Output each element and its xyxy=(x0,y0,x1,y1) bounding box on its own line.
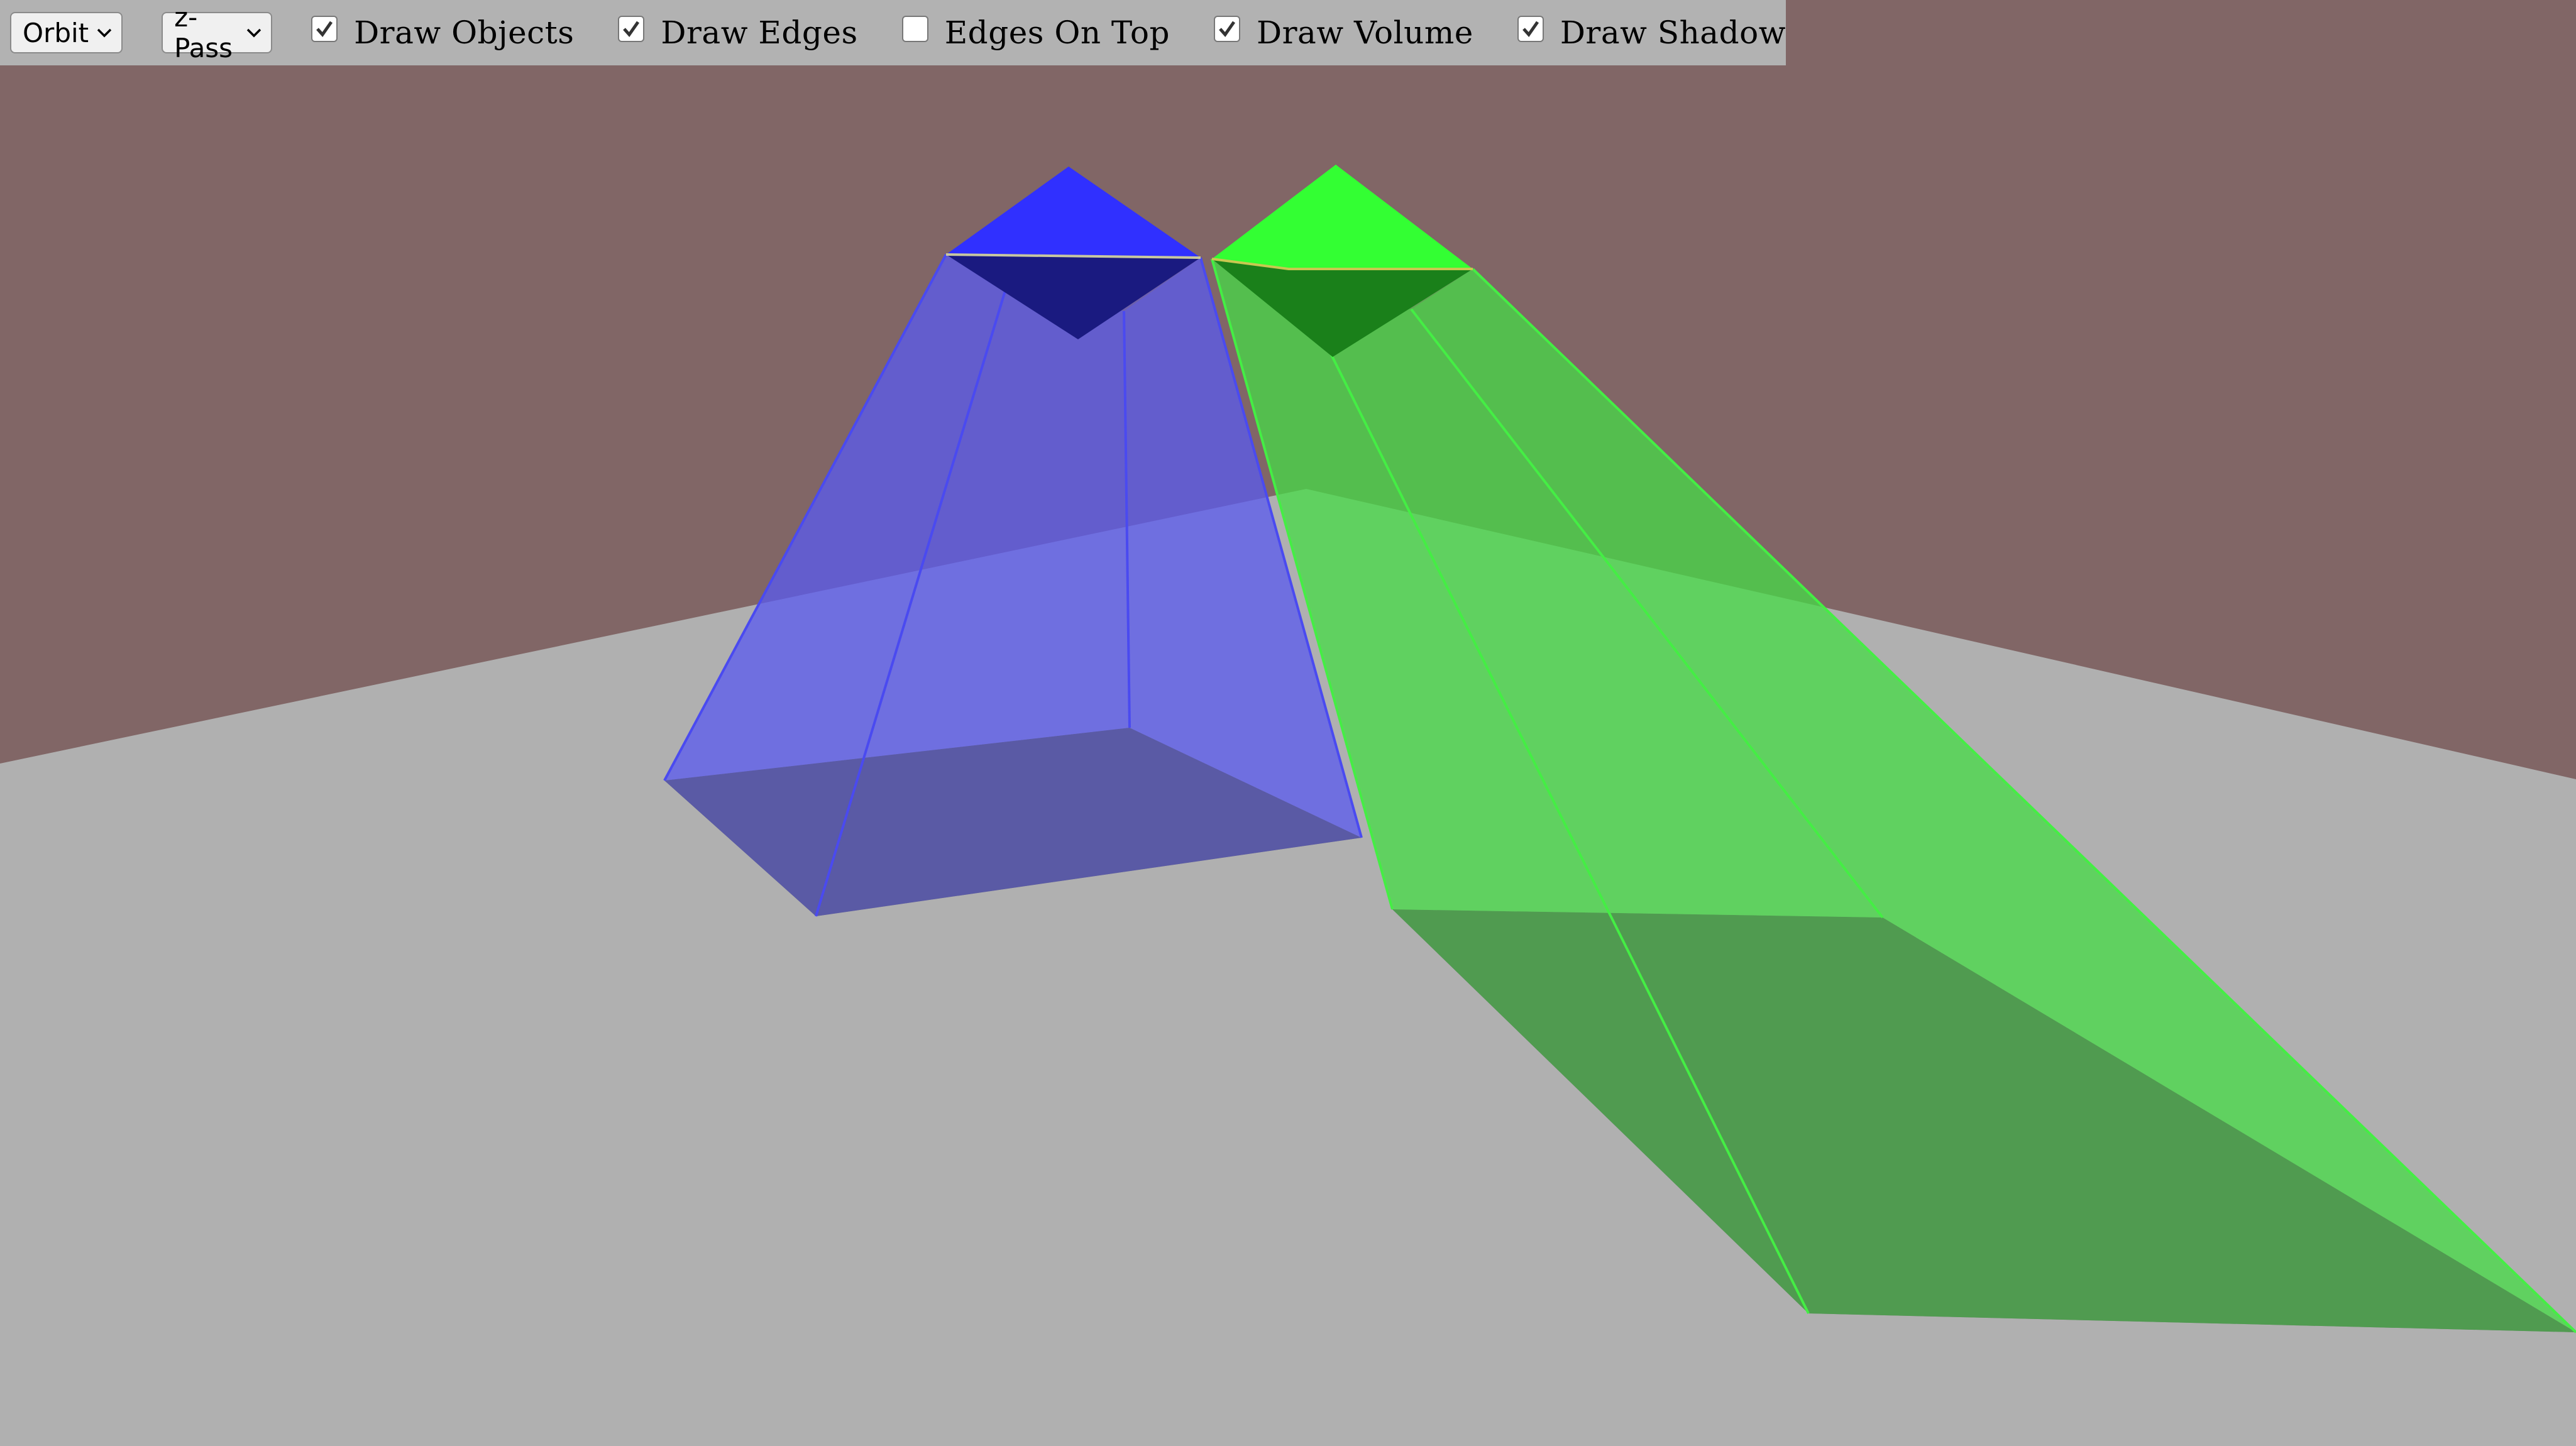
draw-objects-option[interactable]: Draw Objects xyxy=(311,14,574,51)
draw-volume-option[interactable]: Draw Volume xyxy=(1214,14,1473,51)
shadow-mode-value: z-Pass xyxy=(174,2,233,63)
checkmark-icon xyxy=(623,21,640,38)
3d-viewport[interactable] xyxy=(0,0,2576,1446)
draw-shadow-option[interactable]: Draw Shadow xyxy=(1517,14,1786,51)
draw-shadow-checkbox[interactable] xyxy=(1517,16,1544,42)
edges-on-top-option[interactable]: Edges On Top xyxy=(901,14,1170,51)
draw-volume-label: Draw Volume xyxy=(1257,14,1473,51)
chevron-down-icon xyxy=(96,28,113,38)
draw-objects-label: Draw Objects xyxy=(354,14,575,51)
draw-edges-label: Draw Edges xyxy=(661,14,858,51)
draw-edges-option[interactable]: Draw Edges xyxy=(618,14,857,51)
checkmark-icon xyxy=(1219,21,1236,38)
draw-volume-checkbox[interactable] xyxy=(1214,16,1241,42)
edges-on-top-checkbox[interactable] xyxy=(901,16,928,42)
checkmark-icon xyxy=(316,21,333,38)
chevron-down-icon xyxy=(246,28,262,38)
draw-objects-checkbox[interactable] xyxy=(311,16,338,42)
camera-mode-value: Orbit xyxy=(23,17,89,48)
edges-on-top-label: Edges On Top xyxy=(944,14,1170,51)
toolbar: Orbit z-Pass Draw Objects Draw Edges Edg… xyxy=(0,0,1786,65)
camera-mode-select[interactable]: Orbit xyxy=(10,12,123,53)
checkmark-icon xyxy=(1522,21,1539,38)
draw-edges-checkbox[interactable] xyxy=(618,16,645,42)
shadow-mode-select[interactable]: z-Pass xyxy=(162,2,273,63)
draw-shadow-label: Draw Shadow xyxy=(1560,14,1786,51)
